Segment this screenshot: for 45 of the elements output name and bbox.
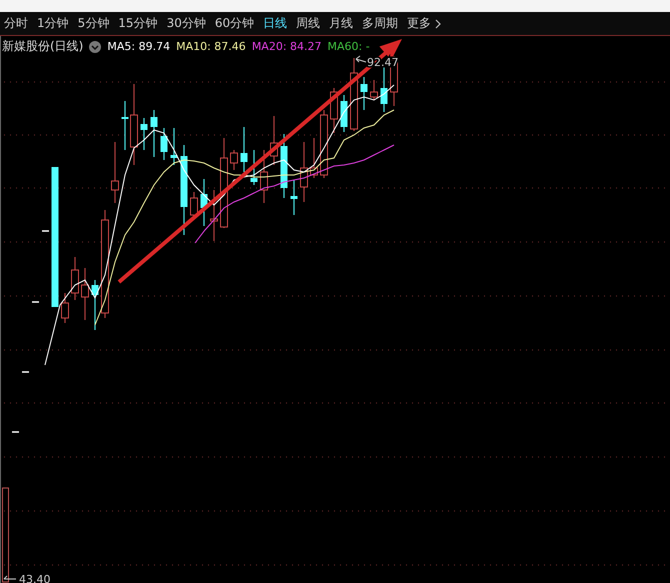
candlestick <box>380 64 388 112</box>
indicator-value: MA20: 84.27 <box>252 40 322 53</box>
period-tab[interactable]: 日线 <box>263 15 288 32</box>
candlestick <box>240 126 248 172</box>
candlestick <box>122 100 128 150</box>
period-tab[interactable]: 60分钟 <box>214 15 254 32</box>
period-tab[interactable]: 1分钟 <box>37 15 69 32</box>
candlestick <box>250 150 258 186</box>
period-tab[interactable]: 月线 <box>329 15 354 32</box>
period-tab[interactable]: 30分钟 <box>166 15 206 32</box>
indicator-value: MA10: 87.46 <box>176 40 246 53</box>
low-price-label: 43.40 <box>19 573 50 583</box>
candlestick <box>230 150 238 170</box>
candlestick <box>71 256 79 300</box>
period-tab[interactable]: 15分钟 <box>118 15 158 32</box>
candlestick <box>170 128 178 166</box>
candlestick <box>111 142 119 204</box>
candlestick <box>320 110 328 178</box>
candlestick <box>210 190 218 242</box>
candlestick <box>160 128 168 160</box>
candlestick <box>360 76 368 110</box>
high-price-marker <box>356 56 366 62</box>
chevron-icon <box>435 18 442 28</box>
candlestick <box>290 180 298 216</box>
indicator-value: MA60: - <box>328 40 370 53</box>
candlestick <box>370 80 378 100</box>
chart-title: 新媒股份(日线) <box>2 38 84 55</box>
dropdown-icon[interactable] <box>89 40 102 52</box>
candlestick <box>300 142 308 202</box>
candlestick <box>140 118 148 150</box>
candlestick <box>92 280 98 330</box>
period-tab[interactable]: 多周期 <box>362 15 398 32</box>
indicator-value: MA5: 89.74 <box>107 40 170 53</box>
candlestick <box>81 268 89 320</box>
low-price-marker <box>4 576 16 580</box>
candlestick <box>150 110 158 158</box>
candlestick <box>190 192 198 218</box>
candlestick <box>61 292 69 324</box>
period-tab[interactable]: 5分钟 <box>78 15 110 32</box>
period-tab[interactable]: 周线 <box>296 15 320 32</box>
candlestick <box>260 150 268 204</box>
more-menu-button[interactable]: 更多 <box>407 15 442 32</box>
candlestick <box>310 138 318 178</box>
candlestick <box>340 94 348 132</box>
period-tab[interactable]: 分时 <box>4 15 28 32</box>
